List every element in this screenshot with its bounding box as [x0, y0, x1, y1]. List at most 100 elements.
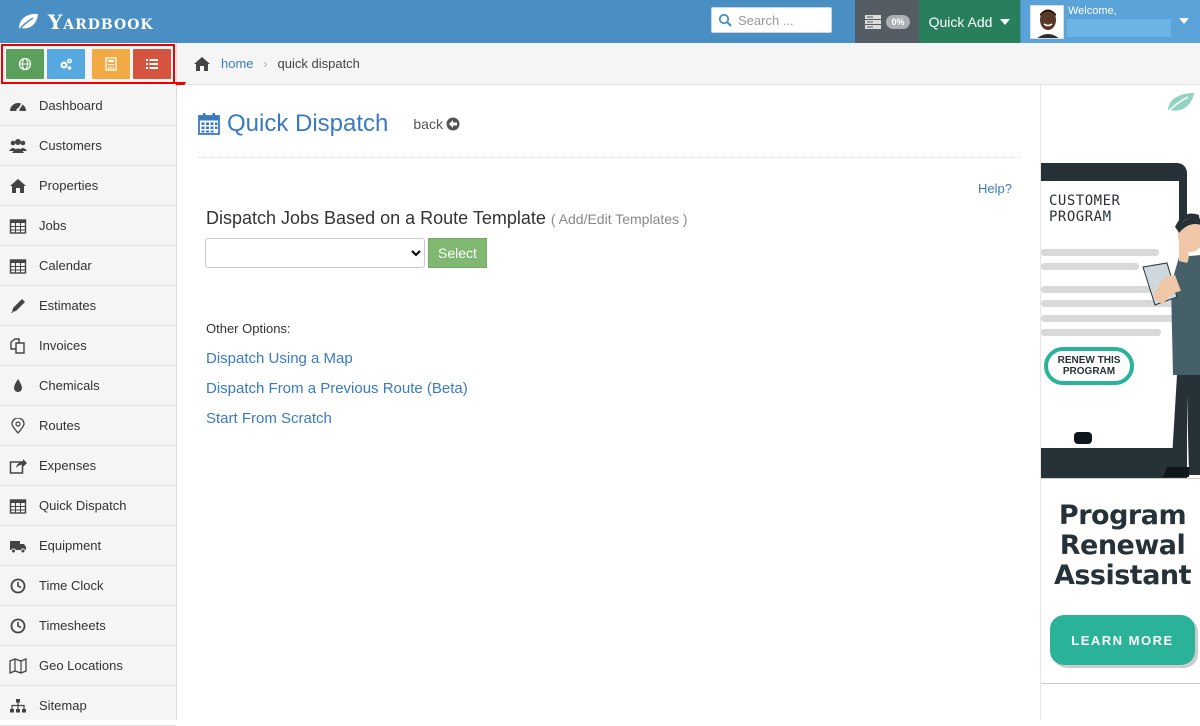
sidebar-item-label: Dashboard [39, 98, 103, 113]
other-options-label: Other Options: [206, 321, 291, 336]
calculator-icon [105, 57, 117, 71]
sidebar-item-dashboard[interactable]: Dashboard [0, 86, 176, 126]
calculator-shortcut-button[interactable] [92, 49, 130, 79]
home-icon [10, 178, 26, 193]
sidebar-item-jobs[interactable]: Jobs [0, 206, 176, 246]
sidebar-item-properties[interactable]: Properties [0, 166, 176, 206]
sidebar-item-label: Time Clock [39, 578, 104, 593]
search-icon [718, 13, 732, 27]
sidebar-item-geo-locations[interactable]: Geo Locations [0, 646, 176, 686]
learn-more-button[interactable]: LEARN MORE [1050, 615, 1195, 665]
calendar-icon [198, 113, 220, 135]
sidebar-item-label: Quick Dispatch [39, 498, 127, 513]
route-template-select[interactable] [205, 238, 425, 268]
dashboard-icon [10, 102, 26, 112]
server-icon [865, 14, 882, 29]
sidebar-item-label: Expenses [39, 458, 97, 473]
sidebar-item-label: Timesheets [39, 618, 106, 633]
map-icon [9, 657, 27, 674]
ad-headline: Program Renewal Assistant [1053, 500, 1192, 591]
pencil-icon [11, 298, 25, 313]
username-redacted [1067, 19, 1171, 37]
leaf-icon [17, 13, 38, 32]
sidebar-item-label: Properties [39, 178, 99, 193]
cogs-icon [60, 58, 72, 70]
welcome-text: Welcome, [1068, 5, 1117, 17]
dispatch-previous-route-link[interactable]: Dispatch From a Previous Route (Beta) [206, 380, 468, 397]
sidebar-item-time-clock[interactable]: Time Clock [0, 566, 176, 606]
help-link[interactable]: Help? [978, 181, 1012, 196]
sidebar: Dashboard Customers Properties Jobs Cale… [0, 43, 177, 726]
sidebar-item-sitemap[interactable]: Sitemap [0, 686, 176, 726]
sidebar-item-expenses[interactable]: Expenses [0, 446, 176, 486]
ad-divider [1041, 478, 1200, 479]
dispatch-using-map-link[interactable]: Dispatch Using a Map [206, 350, 353, 367]
select-button[interactable]: Select [428, 238, 487, 268]
advertisement[interactable]: CUSTOMER PROGRAM RENEW THIS PROGRAM Prog… [1040, 85, 1200, 720]
user-avatar-icon [1031, 6, 1063, 38]
quick-add-button[interactable]: Quick Add [919, 0, 1020, 43]
sidebar-item-label: Customers [39, 138, 102, 153]
copy-icon [10, 337, 25, 354]
search-input[interactable] [738, 12, 828, 28]
breadcrumb-home-link[interactable]: home [221, 56, 254, 71]
sidebar-item-equipment[interactable]: Equipment [0, 526, 176, 566]
share-icon [9, 458, 27, 474]
droplet-icon [14, 378, 22, 392]
sidebar-item-label: Equipment [39, 538, 102, 553]
main-content: Quick Dispatch back Help? Dispatch Jobs … [177, 85, 1040, 720]
sidebar-item-label: Geo Locations [39, 658, 123, 673]
sidebar-item-label: Routes [39, 418, 81, 433]
chevron-right-icon: › [263, 56, 268, 71]
globe-icon [18, 57, 32, 71]
sidebar-item-timesheets[interactable]: Timesheets [0, 606, 176, 646]
back-label: back [413, 116, 443, 132]
yardbook-logo[interactable]: Yardbook [16, 9, 154, 35]
globe-shortcut-button[interactable] [6, 49, 44, 79]
back-link[interactable]: back [413, 116, 466, 132]
sidebar-item-label: Estimates [39, 298, 97, 313]
sidebar-item-label: Jobs [39, 218, 67, 233]
user-menu[interactable]: Welcome, [1021, 0, 1200, 43]
sidebar-item-label: Invoices [39, 338, 87, 353]
calendar-icon [9, 218, 27, 234]
settings-shortcut-button[interactable] [47, 49, 85, 79]
sidebar-item-quick-dispatch[interactable]: Quick Dispatch [0, 486, 176, 526]
calendar-icon [9, 258, 27, 274]
top-header: Yardbook 0% Quick Add [0, 0, 1200, 43]
sidebar-item-label: Calendar [39, 258, 92, 273]
leaf-icon [1165, 93, 1194, 115]
breadcrumb-current: quick dispatch [277, 56, 360, 71]
sidebar-item-label: Sitemap [39, 698, 87, 713]
caret-down-icon [1000, 18, 1011, 25]
calendar-icon [9, 498, 27, 514]
users-icon [9, 138, 27, 153]
section-title: Dispatch Jobs Based on a Route Template … [206, 208, 688, 229]
app-name: Yardbook [48, 10, 154, 34]
renew-program-badge: RENEW THIS PROGRAM [1044, 347, 1134, 385]
sidebar-item-chemicals[interactable]: Chemicals [0, 366, 176, 406]
sidebar-item-invoices[interactable]: Invoices [0, 326, 176, 366]
list-shortcut-button[interactable] [133, 49, 171, 79]
page-header: Quick Dispatch back [197, 110, 466, 138]
start-from-scratch-link[interactable]: Start From Scratch [206, 410, 332, 427]
clock-icon [10, 618, 26, 633]
list-icon [146, 59, 158, 69]
sidebar-item-routes[interactable]: Routes [0, 406, 176, 446]
sidebar-item-customers[interactable]: Customers [0, 126, 176, 166]
arrow-circle-left-icon [446, 117, 460, 131]
search-box[interactable] [711, 7, 832, 33]
person-illustration [1142, 213, 1200, 477]
sidebar-item-estimates[interactable]: Estimates [0, 286, 176, 326]
phone-home-button [1074, 432, 1092, 444]
avatar [1030, 5, 1064, 39]
ad-bottom-divider [1041, 683, 1200, 684]
sitemap-icon [10, 698, 26, 712]
sidebar-item-label: Chemicals [39, 378, 100, 393]
add-edit-templates-link[interactable]: ( Add/Edit Templates ) [551, 211, 688, 227]
sidebar-item-calendar[interactable]: Calendar [0, 246, 176, 286]
progress-indicator[interactable]: 0% [855, 0, 919, 43]
quick-add-label: Quick Add [928, 13, 993, 30]
clock-icon [10, 578, 26, 593]
truck-icon [10, 540, 26, 553]
